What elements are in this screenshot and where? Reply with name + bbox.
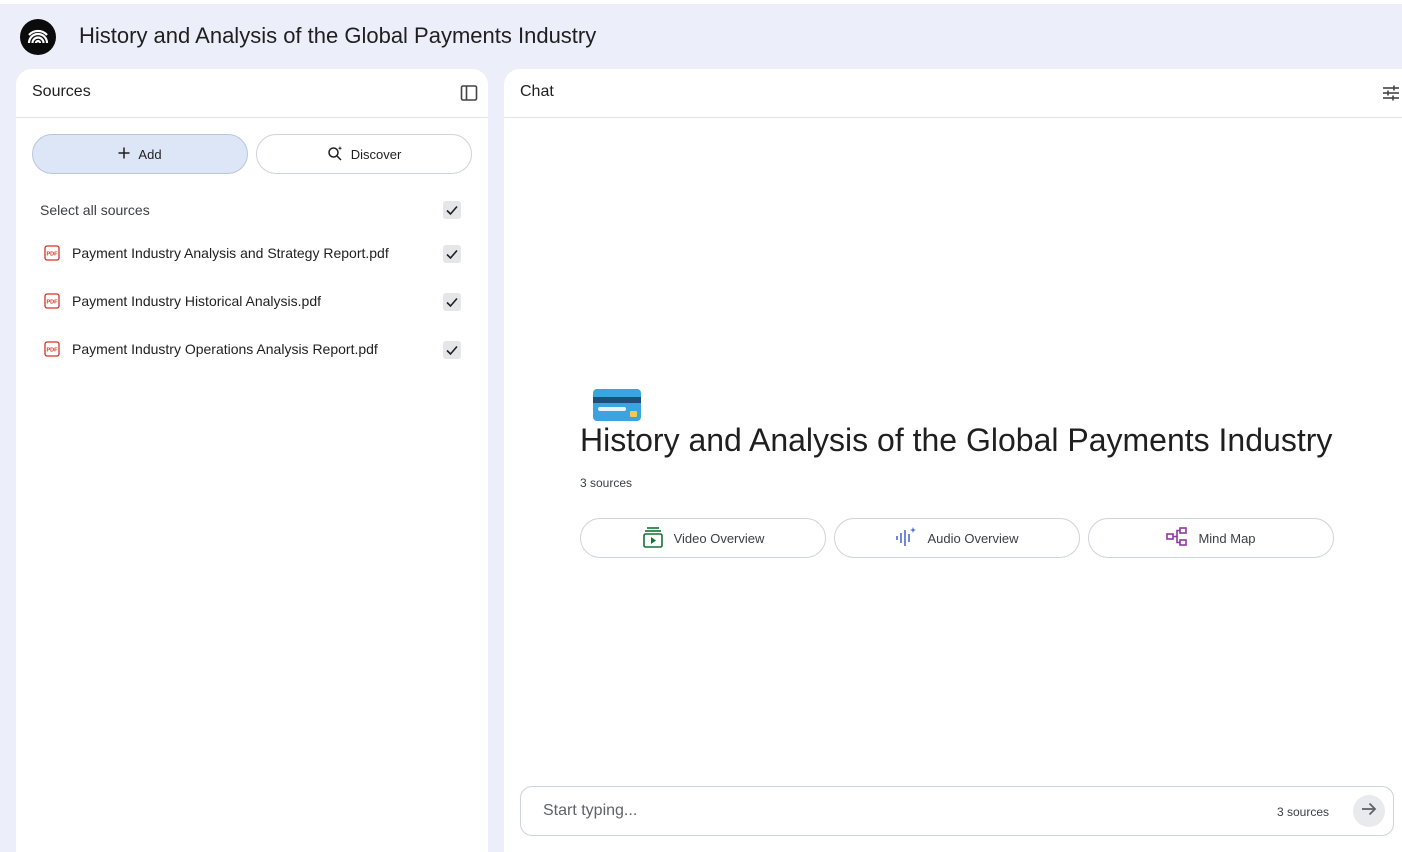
- mind-map-icon: [1166, 526, 1188, 551]
- notebook-heading: History and Analysis of the Global Payme…: [580, 422, 1333, 458]
- app-header: History and Analysis of the Global Payme…: [0, 4, 1402, 68]
- video-overview-label: Video Overview: [673, 530, 765, 546]
- source-name: Payment Industry Operations Analysis Rep…: [72, 341, 378, 357]
- audio-overview-icon: [895, 526, 917, 551]
- source-item[interactable]: PDF Payment Industry Analysis and Strate…: [16, 235, 488, 275]
- source-checkbox[interactable]: [443, 293, 461, 311]
- plus-icon: [118, 147, 130, 162]
- composer-source-count: 3 sources: [1277, 805, 1330, 819]
- select-all-label: Select all sources: [40, 202, 150, 218]
- mind-map-label: Mind Map: [1198, 530, 1256, 546]
- add-label: Add: [138, 146, 162, 162]
- pdf-icon: PDF: [44, 293, 60, 309]
- sources-title: Sources: [32, 83, 91, 100]
- discover-sources-button[interactable]: Discover: [256, 134, 472, 174]
- video-overview-button[interactable]: Video Overview: [580, 518, 826, 558]
- sources-panel: Sources Add Discover Select all sources …: [16, 69, 488, 852]
- source-checkbox[interactable]: [443, 341, 461, 359]
- video-overview-icon: [642, 526, 664, 551]
- source-actions: Add Discover: [32, 134, 472, 174]
- arrow-right-icon: [1360, 800, 1378, 823]
- sources-header: Sources: [16, 69, 488, 118]
- chat-header: Chat: [504, 69, 1402, 118]
- notebook-title[interactable]: History and Analysis of the Global Payme…: [79, 23, 596, 49]
- chat-panel: Chat History and Analysis of the Global …: [504, 69, 1402, 852]
- chat-composer: 3 sources: [520, 786, 1394, 836]
- select-all-checkbox[interactable]: [443, 201, 461, 219]
- audio-overview-button[interactable]: Audio Overview: [834, 518, 1080, 558]
- audio-overview-label: Audio Overview: [927, 530, 1019, 546]
- svg-text:PDF: PDF: [47, 252, 59, 258]
- credit-card-emoji: [592, 387, 642, 423]
- chat-input[interactable]: [543, 799, 1243, 823]
- source-name: Payment Industry Analysis and Strategy R…: [72, 245, 389, 261]
- source-name: Payment Industry Historical Analysis.pdf: [72, 293, 321, 309]
- notebook-logo-icon[interactable]: [20, 19, 56, 55]
- discover-search-icon: [327, 145, 343, 164]
- chat-settings-icon[interactable]: [1382, 84, 1400, 102]
- source-item[interactable]: PDF Payment Industry Operations Analysis…: [16, 331, 488, 371]
- collapse-panel-icon[interactable]: [460, 84, 478, 102]
- source-item[interactable]: PDF Payment Industry Historical Analysis…: [16, 283, 488, 323]
- discover-label: Discover: [350, 146, 402, 162]
- pdf-icon: PDF: [44, 341, 60, 357]
- add-source-button[interactable]: Add: [32, 134, 248, 174]
- chat-title: Chat: [520, 83, 554, 100]
- svg-text:PDF: PDF: [47, 300, 59, 306]
- source-count: 3 sources: [580, 476, 633, 490]
- svg-text:PDF: PDF: [47, 348, 59, 354]
- mind-map-button[interactable]: Mind Map: [1088, 518, 1334, 558]
- send-button[interactable]: [1353, 795, 1385, 827]
- pdf-icon: PDF: [44, 245, 60, 261]
- source-checkbox[interactable]: [443, 245, 461, 263]
